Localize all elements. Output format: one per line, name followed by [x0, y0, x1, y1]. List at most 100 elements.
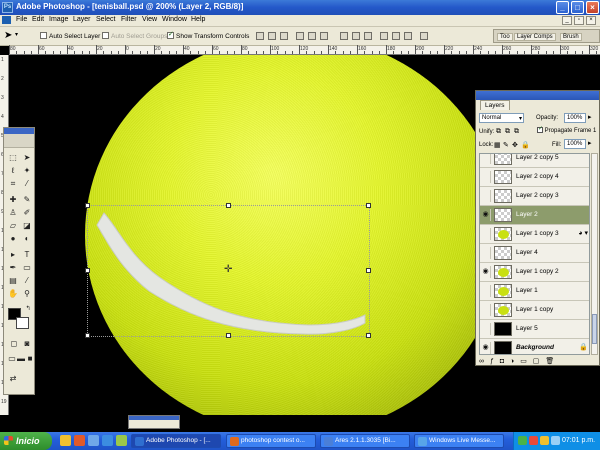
minimized-document-window[interactable] — [128, 415, 180, 429]
menu-layer[interactable]: Layer — [73, 16, 91, 23]
screen-mode-full-icon[interactable]: ■ — [24, 353, 36, 364]
layer-visibility-eye-icon[interactable] — [481, 247, 491, 259]
layer-visibility-eye-icon[interactable] — [481, 228, 491, 240]
close-button[interactable]: × — [586, 1, 599, 14]
lock-transparency-icon[interactable]: ▦ — [494, 141, 501, 149]
show-transform-controls-checkbox[interactable] — [167, 30, 174, 39]
align-right-icon[interactable] — [320, 32, 328, 40]
transform-handle-middle-left[interactable] — [85, 268, 90, 273]
layer-visibility-eye-icon[interactable] — [481, 190, 491, 202]
tray-security-icon[interactable] — [529, 436, 538, 445]
transform-handle-top-right[interactable] — [366, 203, 371, 208]
auto-align-icon[interactable] — [420, 32, 428, 40]
standard-mode-icon[interactable]: ◻ — [8, 338, 20, 349]
doc-minimize-button[interactable]: _ — [562, 16, 572, 25]
type-tool-icon[interactable]: T — [21, 249, 33, 260]
menu-help[interactable]: Help — [191, 16, 205, 23]
layer-row[interactable]: Layer 4 — [480, 244, 589, 263]
align-bottom-icon[interactable] — [280, 32, 288, 40]
transform-handle-top-center[interactable] — [226, 203, 231, 208]
unify-position-icon[interactable]: ⧉ — [496, 128, 501, 136]
taskbar-task-button[interactable]: photoshop contest o... — [226, 434, 316, 448]
maximize-button[interactable]: □ — [571, 1, 584, 14]
lock-position-icon[interactable]: ✥ — [512, 141, 518, 149]
distribute-left-icon[interactable] — [380, 32, 388, 40]
quicklaunch-app-icon[interactable] — [116, 435, 127, 446]
crop-tool-icon[interactable]: ⌗ — [7, 178, 19, 189]
menu-window[interactable]: Window — [162, 16, 187, 23]
layer-style-icon[interactable]: ƒ — [490, 358, 496, 365]
path-selection-tool-icon[interactable]: ▸ — [7, 249, 19, 260]
align-hcenter-icon[interactable] — [308, 32, 316, 40]
transform-handle-middle-right[interactable] — [366, 268, 371, 273]
opacity-input[interactable]: 100% — [564, 113, 586, 123]
menu-file[interactable]: File — [16, 16, 27, 23]
layer-visibility-eye-icon[interactable] — [481, 323, 491, 335]
tray-network-icon[interactable] — [518, 436, 527, 445]
layer-row[interactable]: ◉ Background 🔒 — [480, 339, 589, 354]
magic-wand-tool-icon[interactable]: ✦ — [21, 165, 33, 176]
layer-row[interactable]: ◉ Layer 2 — [480, 206, 589, 225]
move-tool-icon[interactable]: ➤ — [4, 30, 12, 41]
menu-filter[interactable]: Filter — [121, 16, 137, 23]
layer-row[interactable]: Layer 1 copy 3 ◕ ▾ — [480, 225, 589, 244]
taskbar-task-button[interactable]: Adobe Photoshop - [... — [131, 434, 221, 448]
show-transform-controls-option[interactable]: Show Transform Controls — [167, 30, 249, 40]
transform-center-icon[interactable]: ✛ — [224, 265, 232, 275]
slice-tool-icon[interactable]: ⁄ — [21, 178, 33, 189]
layer-visibility-eye-icon[interactable] — [481, 285, 491, 297]
distribute-top-icon[interactable] — [340, 32, 348, 40]
start-button[interactable]: Inicio — [0, 432, 52, 450]
opacity-dropdown-icon[interactable]: ▸ — [588, 113, 592, 121]
layer-list-scrollbar[interactable] — [591, 153, 598, 355]
dodge-tool-icon[interactable]: ◐ — [21, 233, 33, 244]
layer-row[interactable]: ◉ Layer 1 copy 2 — [480, 263, 589, 282]
adjustment-layer-icon[interactable]: ◑ — [510, 358, 516, 365]
pen-tool-icon[interactable]: ✒ — [7, 262, 19, 273]
transform-handle-top-left[interactable] — [85, 203, 90, 208]
taskbar-task-button[interactable]: Ares 2.1.1.3035 [Bi... — [320, 434, 410, 448]
layer-visibility-eye-icon[interactable]: ◉ — [481, 266, 491, 278]
layer-list-scroll-thumb[interactable] — [592, 314, 597, 344]
menu-view[interactable]: View — [142, 16, 157, 23]
new-layer-icon[interactable]: ▢ — [533, 358, 542, 365]
ps-menu-icon[interactable] — [2, 16, 11, 26]
layer-row[interactable]: Layer 5 — [480, 320, 589, 339]
well-tab-brushes[interactable]: Brush — [560, 33, 582, 41]
lasso-tool-icon[interactable]: ℓ — [7, 165, 19, 176]
unify-style-icon[interactable]: ⧉ — [514, 128, 519, 136]
taskbar-task-button[interactable]: Windows Live Messe... — [414, 434, 504, 448]
minimize-button[interactable]: _ — [556, 1, 569, 14]
propagate-frame-option[interactable]: ✓ Propagate Frame 1 — [537, 126, 596, 134]
tray-messenger-icon[interactable] — [551, 436, 560, 445]
quicklaunch-folder-icon[interactable] — [60, 435, 71, 446]
menu-image[interactable]: Image — [49, 16, 68, 23]
layer-visibility-eye-icon[interactable]: ◉ — [481, 209, 491, 221]
layer-visibility-eye-icon[interactable] — [481, 154, 491, 164]
menu-select[interactable]: Select — [96, 16, 115, 23]
align-vcenter-icon[interactable] — [268, 32, 276, 40]
eraser-tool-icon[interactable]: ▱ — [7, 220, 19, 231]
distribute-bottom-icon[interactable] — [364, 32, 372, 40]
history-brush-tool-icon[interactable]: ✐ — [21, 207, 33, 218]
propagate-frame-checkbox[interactable]: ✓ — [537, 126, 543, 133]
quicklaunch-desktop-icon[interactable] — [88, 435, 99, 446]
clone-stamp-tool-icon[interactable]: ♙ — [7, 207, 19, 218]
distribute-right-icon[interactable] — [404, 32, 412, 40]
blur-tool-icon[interactable]: ● — [7, 233, 19, 244]
layers-tab[interactable]: Layers — [480, 100, 510, 110]
tray-volume-icon[interactable] — [540, 436, 549, 445]
layer-row[interactable]: Layer 2 copy 5 — [480, 154, 589, 168]
hand-tool-icon[interactable]: ✋ — [7, 288, 19, 299]
jump-to-imageready-icon[interactable]: ⇄ — [7, 373, 19, 384]
transform-handle-bottom-center[interactable] — [226, 333, 231, 338]
layer-row[interactable]: Layer 2 copy 4 — [480, 168, 589, 187]
eyedropper-tool-icon[interactable]: ⁄ — [21, 275, 33, 286]
blend-mode-dropdown[interactable]: Normal ▾ — [479, 113, 524, 123]
well-tab-tool-presets[interactable]: Too — [497, 33, 513, 41]
delete-layer-icon[interactable]: 🗑 — [545, 358, 556, 365]
layer-effects-icon[interactable]: ◕ ▾ — [578, 229, 588, 237]
background-color-swatch[interactable] — [16, 317, 29, 329]
layer-visibility-eye-icon[interactable] — [481, 171, 491, 183]
well-tab-layer-comps[interactable]: Layer Comps — [514, 33, 556, 41]
